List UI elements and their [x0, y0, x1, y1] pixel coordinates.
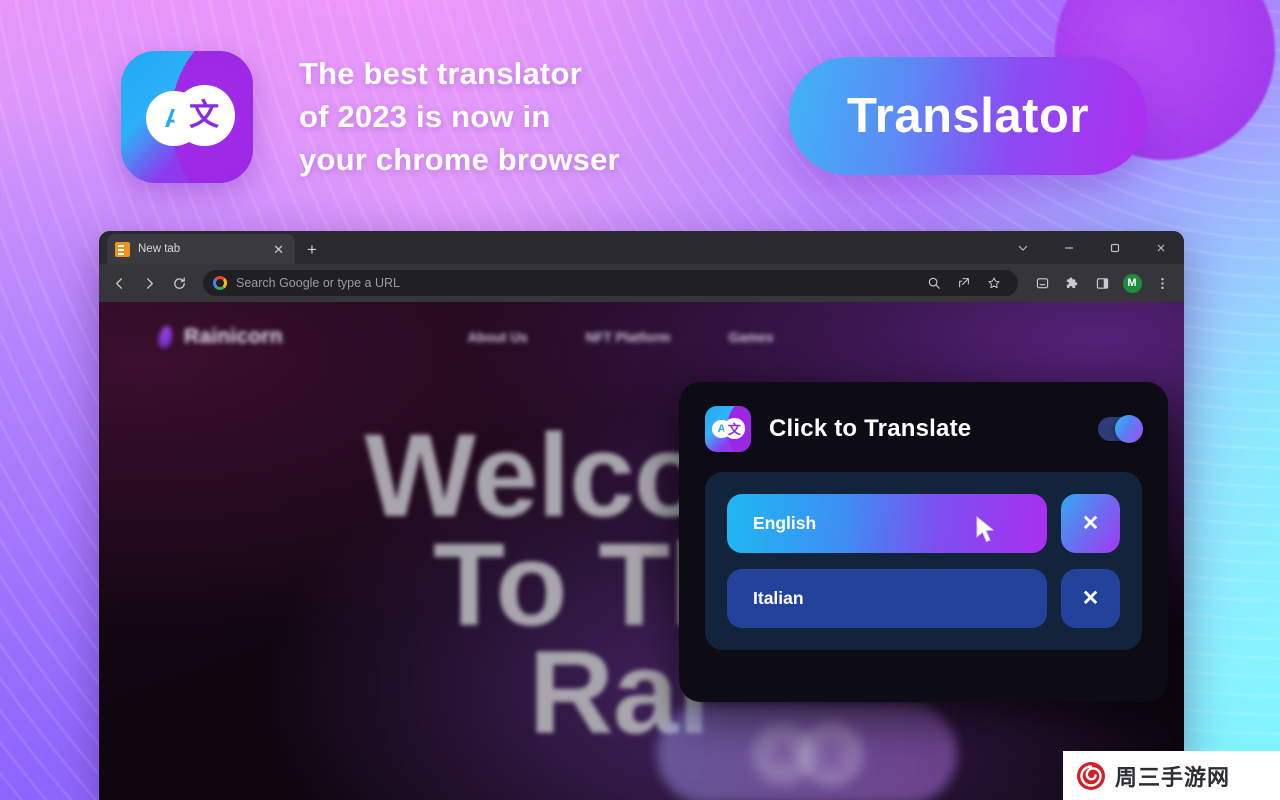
translator-app-logo: A 文	[121, 51, 253, 183]
address-bar[interactable]: Search Google or type a URL	[203, 270, 1018, 296]
tab-close-icon[interactable]: ✕	[270, 241, 287, 258]
cast-icon[interactable]	[1028, 269, 1056, 297]
browser-tabstrip: New tab ✕ +	[99, 231, 1184, 264]
tab-title: New tab	[138, 243, 181, 255]
share-icon[interactable]	[950, 269, 978, 297]
popup-title: Click to Translate	[769, 415, 972, 442]
maximize-icon[interactable]	[1092, 231, 1138, 264]
language-list: English ✕ Italian ✕	[705, 472, 1142, 650]
search-icon[interactable]	[920, 269, 948, 297]
floating-translate-badge[interactable]: A 文	[657, 704, 957, 800]
language-chip-italian[interactable]: Italian	[727, 569, 1047, 628]
forward-icon[interactable]	[135, 269, 163, 297]
language-chip-english[interactable]: English	[727, 494, 1047, 553]
nav-link-games[interactable]: Games	[728, 330, 773, 345]
popup-logo-glyph: 文	[724, 418, 745, 439]
translator-cta-label: Translator	[847, 89, 1089, 143]
website-nav-links: About Us NFT Platform Games	[468, 330, 774, 345]
watermark-text: 周三手游网	[1115, 765, 1231, 791]
website-navbar: Rainicorn About Us NFT Platform Games	[157, 320, 1144, 354]
remove-language-italian-button[interactable]: ✕	[1061, 569, 1120, 628]
logo-glyph-wen: 文	[189, 97, 220, 133]
popup-translator-logo: A 文	[705, 406, 751, 452]
side-panel-icon[interactable]	[1088, 269, 1116, 297]
rainicorn-logo-icon	[157, 326, 174, 348]
chevron-down-icon[interactable]	[1000, 231, 1046, 264]
language-name: English	[753, 513, 817, 533]
web-page-content: Rainicorn About Us NFT Platform Games We…	[99, 302, 1184, 800]
headline-line-2: of 2023 is now in	[299, 99, 551, 134]
avatar-initial: M	[1122, 273, 1142, 293]
close-icon[interactable]	[1138, 231, 1184, 264]
omnibox-actions	[920, 269, 1008, 297]
bookmark-star-icon[interactable]	[980, 269, 1008, 297]
website-brand-name: Rainicorn	[184, 325, 283, 348]
promo-banner: A 文 The best translator of 2023 is now i…	[0, 0, 1280, 800]
reload-icon[interactable]	[165, 269, 193, 297]
headline-line-3: your chrome browser	[299, 142, 620, 177]
logo-glyph-circles: A 文	[121, 51, 253, 183]
popup-header: A 文 Click to Translate	[705, 406, 1143, 452]
watermark-spiral-icon	[1077, 761, 1105, 790]
floating-badge-glyph: 文	[800, 723, 862, 785]
remove-language-english-button[interactable]: ✕	[1061, 494, 1120, 553]
browser-toolbar: Search Google or type a URL M	[99, 264, 1184, 302]
address-bar-placeholder: Search Google or type a URL	[236, 276, 400, 290]
back-icon[interactable]	[105, 269, 133, 297]
site-watermark: 周三手游网	[1063, 751, 1280, 800]
minimize-icon[interactable]	[1046, 231, 1092, 264]
three-dot-menu-icon[interactable]	[1148, 269, 1176, 297]
new-tab-button[interactable]: +	[307, 241, 317, 258]
nav-link-nft-platform[interactable]: NFT Platform	[586, 330, 671, 345]
tab-favicon-icon	[115, 241, 130, 257]
nav-link-about-us[interactable]: About Us	[468, 330, 528, 345]
google-g-icon	[213, 276, 227, 290]
mouse-cursor-icon	[976, 516, 995, 543]
extensions-puzzle-icon[interactable]	[1058, 269, 1086, 297]
floating-badge-icons: A 文	[752, 723, 862, 785]
translate-enable-toggle[interactable]	[1098, 415, 1143, 443]
promo-headline: The best translator of 2023 is now in yo…	[299, 52, 719, 181]
list-item: Italian ✕	[727, 569, 1120, 628]
chrome-browser-window: New tab ✕ + Search Google or type a URL …	[99, 231, 1184, 800]
browser-tab[interactable]: New tab ✕	[107, 234, 295, 264]
logo-circle-cjk: 文	[173, 85, 235, 147]
avatar[interactable]: M	[1118, 269, 1146, 297]
toggle-knob	[1115, 415, 1143, 443]
window-controls	[1000, 231, 1184, 264]
headline-line-1: The best translator	[299, 56, 582, 91]
website-brand[interactable]: Rainicorn	[157, 325, 283, 349]
translator-cta-button[interactable]: Translator	[789, 57, 1147, 175]
click-to-translate-popup: A 文 Click to Translate English ✕ Italian…	[679, 382, 1168, 702]
list-item: English ✕	[727, 494, 1120, 553]
language-name: Italian	[753, 588, 804, 608]
